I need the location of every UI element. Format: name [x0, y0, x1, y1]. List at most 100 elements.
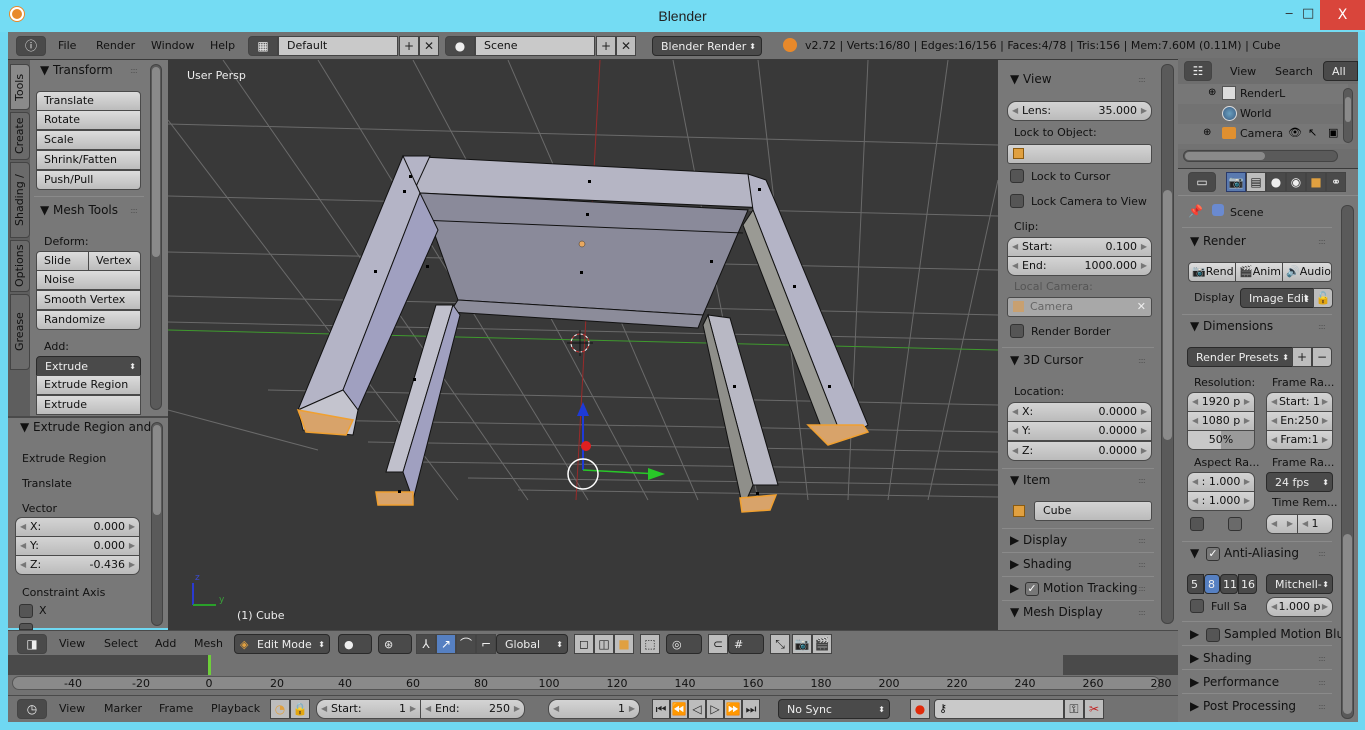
tab-tools[interactable]: Tools: [10, 64, 30, 110]
border-checkbox[interactable]: [1190, 517, 1204, 531]
filter-size-field[interactable]: ◀ 1.000 p ▶: [1266, 597, 1333, 617]
rotate-button[interactable]: Rotate: [36, 110, 141, 130]
renderable-camera-icon[interactable]: ▣: [1328, 126, 1338, 139]
timeline-ruler[interactable]: -40 -20 0 20 40 60 80 100 120 140 160 180 200 220 240 2…: [12, 676, 1172, 690]
smooth-vertex-button[interactable]: Smooth Vertex: [36, 290, 141, 310]
mesh-display-panel-header[interactable]: ▼ Mesh Display: [1010, 605, 1103, 619]
render-engine-dropdown[interactable]: Blender Render ⬍: [652, 36, 762, 56]
motion-tracking-checkbox[interactable]: ✓: [1025, 582, 1039, 596]
jump-end-icon[interactable]: ⏭: [742, 699, 760, 719]
3d-view-editor-type-icon[interactable]: ◨: [17, 634, 47, 654]
play-reverse-icon[interactable]: ◁: [688, 699, 706, 719]
timeline-menu-frame[interactable]: Frame: [159, 702, 193, 715]
maximize-button[interactable]: □: [1302, 6, 1314, 21]
drag-grip-icon[interactable]: ::::: [1318, 322, 1326, 331]
transform-panel-header[interactable]: ▼ Transform: [40, 63, 113, 77]
lock-camera-checkbox[interactable]: [1010, 194, 1024, 208]
jump-keyframe-forward-icon[interactable]: ⏩: [724, 699, 742, 719]
drag-grip-icon[interactable]: ::::: [1138, 476, 1146, 485]
performance-panel-header[interactable]: ▶ Performance: [1190, 675, 1279, 689]
drag-grip-icon[interactable]: ::::: [1138, 75, 1146, 84]
frame-start-field[interactable]: ◀ Start: 1 ▶: [316, 699, 421, 719]
play-icon[interactable]: ▷: [706, 699, 724, 719]
time-remap-new-field[interactable]: ◀ 1: [1297, 514, 1333, 534]
aa-filter-dropdown[interactable]: Mitchell- ⬍: [1266, 574, 1333, 594]
current-frame-field[interactable]: ◀ 1 ▶: [548, 699, 640, 719]
add-scene-icon[interactable]: +: [596, 36, 616, 56]
tab-constraints-icon[interactable]: ⚭: [1326, 172, 1346, 192]
add-preset-icon[interactable]: +: [1292, 347, 1312, 367]
frame-end-field[interactable]: ◀ End: 250 ▶: [420, 699, 525, 719]
scale-button[interactable]: Scale: [36, 130, 141, 150]
mode-dropdown[interactable]: ◈ Edit Mode ⬍: [234, 634, 330, 654]
operator-scrollbar[interactable]: [151, 422, 163, 626]
viewport-shading-dropdown[interactable]: ●: [338, 634, 372, 654]
timeline-editor-type-icon[interactable]: ◷: [17, 699, 47, 719]
slide-edge-button[interactable]: Slide Ed: [36, 251, 89, 285]
drag-grip-icon[interactable]: ::::: [1138, 560, 1146, 569]
time-remap-old-field[interactable]: ◀ ▶: [1266, 514, 1298, 534]
local-camera-field[interactable]: Camera ✕: [1007, 297, 1152, 317]
constraint-y-checkbox[interactable]: [19, 623, 33, 630]
drag-grip-icon[interactable]: ::::: [1138, 536, 1146, 545]
insert-keyframe-icon[interactable]: ⚿: [1064, 699, 1084, 719]
vector-z-field[interactable]: ◀ Z: -0.436 ▶: [15, 555, 140, 575]
menu-help[interactable]: Help: [210, 39, 235, 52]
clear-icon[interactable]: ✕: [1137, 298, 1146, 316]
expand-icon[interactable]: ⊕: [1203, 127, 1211, 138]
shading-panel-header[interactable]: ▶ Shading: [1010, 557, 1072, 571]
lock-object-field[interactable]: [1007, 144, 1152, 164]
post-processing-panel-header[interactable]: ▶ Post Processing: [1190, 699, 1296, 713]
properties-editor-type-icon[interactable]: ▭: [1188, 172, 1216, 192]
tab-render-icon[interactable]: 📷: [1226, 172, 1246, 192]
noise-button[interactable]: Noise: [36, 270, 141, 290]
remove-scene-icon[interactable]: ✕: [616, 36, 636, 56]
opengl-render-icon[interactable]: ⤡: [770, 634, 790, 654]
view-panel-header[interactable]: ▼ View: [1010, 72, 1052, 86]
menu-mesh[interactable]: Mesh: [194, 637, 223, 650]
n-panel-scrollbar[interactable]: [1161, 64, 1174, 624]
vector-y-field[interactable]: ◀ Y: 0.000 ▶: [15, 536, 140, 556]
cursor-z-field[interactable]: ◀ Z: 0.0000 ▶: [1007, 441, 1152, 461]
drag-grip-icon[interactable]: ::::: [1138, 356, 1146, 365]
tab-options[interactable]: Options: [10, 240, 30, 292]
display-panel-header[interactable]: ▶ Display: [1010, 533, 1067, 547]
anti-aliasing-panel-header[interactable]: ▼: [1190, 546, 1199, 560]
motion-tracking-panel-header[interactable]: ▶: [1010, 581, 1019, 595]
scrollbar-thumb[interactable]: [1185, 152, 1265, 160]
edge-select-icon[interactable]: ◫: [594, 634, 614, 654]
randomize-button[interactable]: Randomize: [36, 310, 141, 330]
cursor-y-field[interactable]: ◀ Y: 0.0000 ▶: [1007, 421, 1152, 441]
limit-selection-icon[interactable]: ⬚: [640, 634, 660, 654]
pin-icon[interactable]: 📌: [1188, 204, 1203, 218]
constraint-x-checkbox[interactable]: [19, 604, 33, 618]
render-panel-header[interactable]: ▼ Render: [1190, 234, 1246, 248]
resolution-y-field[interactable]: ◀ 1080 p ▶: [1187, 411, 1255, 431]
operator-panel-header[interactable]: ▼ Extrude Region and: [20, 420, 151, 434]
visibility-eye-icon[interactable]: 👁: [1288, 126, 1302, 139]
menu-add[interactable]: Add: [155, 637, 176, 650]
selectable-cursor-icon[interactable]: ↖: [1308, 126, 1317, 139]
jump-start-icon[interactable]: ⏮: [652, 699, 670, 719]
3d-viewport[interactable]: User Persp z y (1) Cube: [168, 60, 998, 630]
lens-field[interactable]: ◀ Lens: 35.000 ▶: [1007, 101, 1152, 121]
pivot-point-dropdown[interactable]: ⊛: [378, 634, 412, 654]
aa-samples-8[interactable]: 8: [1204, 574, 1220, 594]
scene-field[interactable]: Scene: [475, 36, 595, 56]
display-dropdown[interactable]: Image Edit ⬍: [1240, 288, 1314, 308]
timeline[interactable]: -40 -20 0 20 40 60 80 100 120 140 160 180 200 220 240 2…: [8, 655, 1178, 695]
aa-samples-5[interactable]: 5: [1187, 574, 1204, 594]
resolution-x-field[interactable]: ◀ 1920 p ▶: [1187, 392, 1255, 412]
outliner-editor-type-icon[interactable]: ☷: [1184, 61, 1212, 81]
manipulator-toggle-icon[interactable]: ⅄: [416, 634, 436, 654]
scene-icon[interactable]: ●: [445, 36, 475, 56]
translate-manipulator-icon[interactable]: ↗: [436, 634, 456, 654]
menu-select[interactable]: Select: [104, 637, 138, 650]
cursor-x-field[interactable]: ◀ X: 0.0000 ▶: [1007, 402, 1152, 422]
clip-start-field[interactable]: ◀ Start: 0.100 ▶: [1007, 237, 1152, 257]
3d-cursor-panel-header[interactable]: ▼ 3D Cursor: [1010, 353, 1083, 367]
outliner-menu-search[interactable]: Search: [1275, 65, 1313, 78]
snap-toggle-icon[interactable]: ⊂: [708, 634, 728, 654]
tab-render-layers-icon[interactable]: ▤: [1246, 172, 1266, 192]
current-frame-indicator[interactable]: [208, 655, 211, 675]
